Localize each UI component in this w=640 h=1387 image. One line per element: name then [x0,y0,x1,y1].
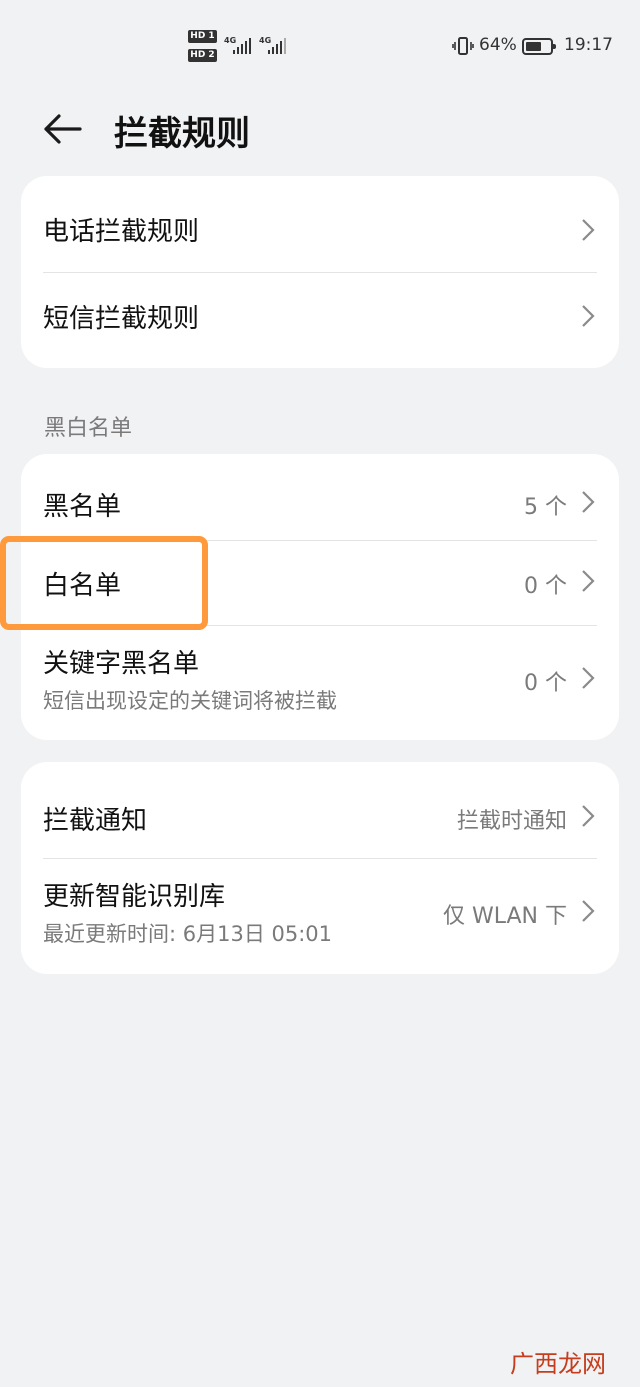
sim1-signal-icon [233,38,251,54]
intercept-notification-item[interactable]: 拦截通知 拦截时通知 [21,762,619,858]
blacklist-item[interactable]: 黑名单 5 个 [21,454,619,540]
blacklist-label: 黑名单 [43,492,122,522]
hd-sim2-badge: HD 2 [188,49,217,62]
keyword-blacklist-label: 关键字黑名单 [43,649,200,679]
sms-rules-label: 短信拦截规则 [43,304,200,334]
blacklist-count: 5 个 [524,495,567,520]
section-header-lists: 黑白名单 [44,416,133,441]
sim2-signal-icon [268,38,286,54]
rules-card: 电话拦截规则 短信拦截规则 [21,176,619,368]
intercept-notification-value: 拦截时通知 [456,809,567,834]
keyword-blacklist-count: 0 个 [524,671,567,696]
call-rules-item[interactable]: 电话拦截规则 [21,176,619,272]
chevron-right-icon [582,570,595,592]
keyword-blacklist-subtitle: 短信出现设定的关键词将被拦截 [43,689,337,713]
chevron-right-icon [582,667,595,689]
page-title: 拦截规则 [114,114,250,154]
chevron-right-icon [582,805,595,827]
chevron-right-icon [582,900,595,922]
update-library-label: 更新智能识别库 [43,882,226,912]
intercept-notification-label: 拦截通知 [43,806,148,836]
whitelist-count: 0 个 [524,574,567,599]
back-button[interactable] [38,105,86,153]
interception-rules-screen: HD 1 HD 2 4G 4G 64% 19:17 拦截规则 电话拦截规则 短信… [0,0,640,1387]
arrow-left-icon [44,114,82,144]
settings-card: 拦截通知 拦截时通知 更新智能识别库 最近更新时间: 6月13日 05:01 仅… [21,762,619,974]
chevron-right-icon [582,305,595,327]
battery-percentage: 64% [479,35,517,55]
sms-rules-item[interactable]: 短信拦截规则 [21,272,619,368]
status-bar: HD 1 HD 2 4G 4G 64% 19:17 [0,0,640,90]
update-library-subtitle: 最近更新时间: 6月13日 05:01 [43,922,333,946]
vibrate-icon [452,37,474,55]
hd-sim1-badge: HD 1 [188,30,217,43]
clock: 19:17 [564,35,613,55]
highlight-annotation [0,536,208,630]
update-library-value: 仅 WLAN 下 [442,904,567,929]
watermark: 广西龙网 [510,1350,606,1378]
battery-level-fill [526,42,541,51]
keyword-blacklist-item[interactable]: 关键字黑名单 短信出现设定的关键词将被拦截 0 个 [21,625,619,740]
update-library-item[interactable]: 更新智能识别库 最近更新时间: 6月13日 05:01 仅 WLAN 下 [21,858,619,974]
chevron-right-icon [582,491,595,513]
battery-icon [522,38,556,55]
chevron-right-icon [582,219,595,241]
call-rules-label: 电话拦截规则 [43,217,200,247]
signal-block: HD 1 HD 2 4G 4G [188,29,293,65]
